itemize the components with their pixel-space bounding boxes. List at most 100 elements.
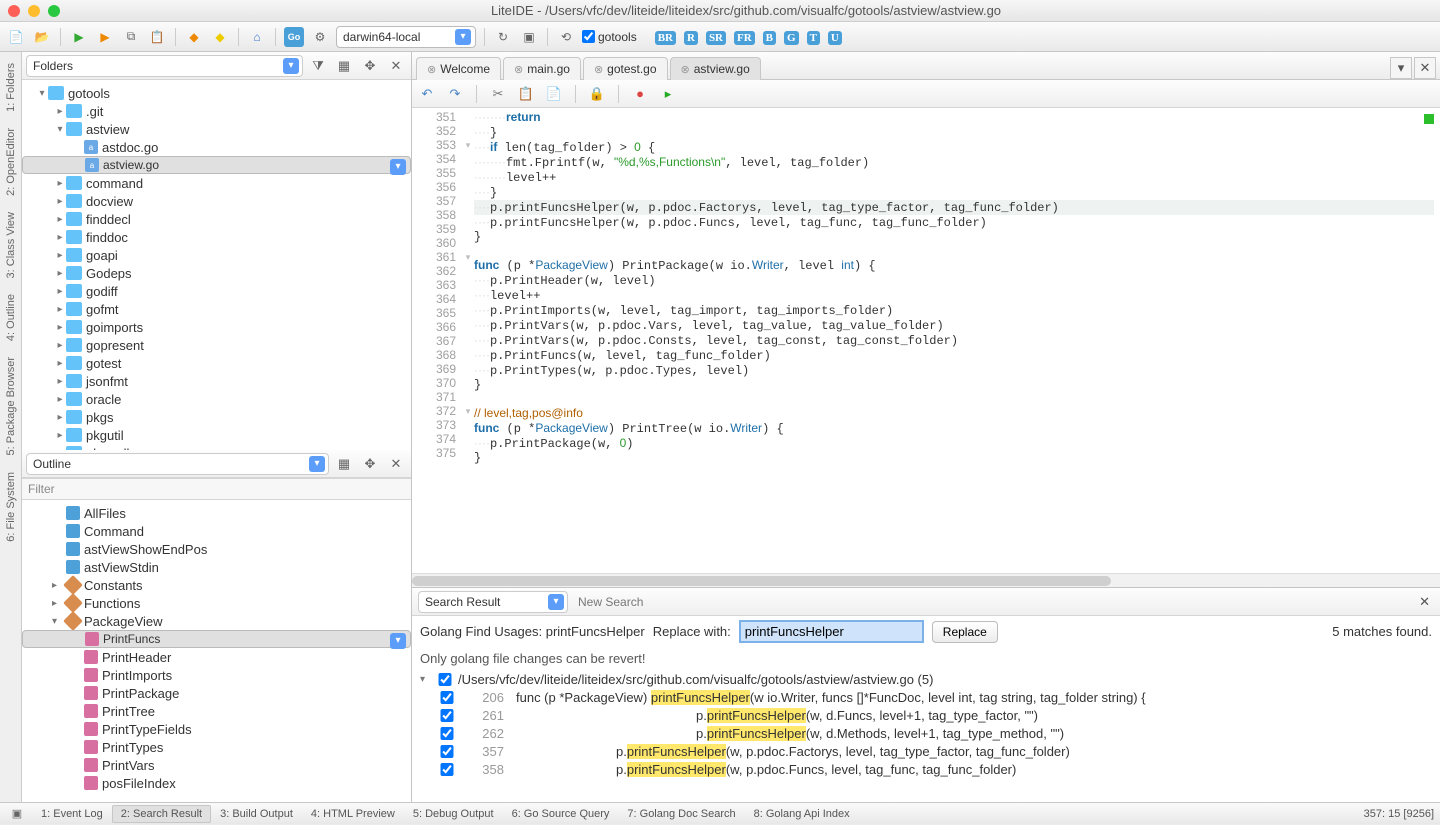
zoom-window[interactable] <box>48 5 60 17</box>
bottom-tab[interactable]: 6: Go Source Query <box>503 805 619 823</box>
outline-sync-icon[interactable]: ▦ <box>333 453 355 475</box>
side-tab[interactable]: 6: File System <box>2 465 20 549</box>
folder-tree-item[interactable]: ▸docview <box>22 192 411 210</box>
paste3-icon[interactable]: 📄 <box>545 85 563 103</box>
search-result-check[interactable] <box>440 709 454 722</box>
folder-tree-item[interactable]: ▸goapi <box>22 246 411 264</box>
editor-tab[interactable]: ⊗main.go <box>503 57 581 80</box>
new-file-icon[interactable]: 📄 <box>6 27 26 47</box>
side-tab[interactable]: 1: Folders <box>2 56 20 119</box>
editor-tab[interactable]: ⊗Welcome <box>416 57 501 80</box>
outline-filter[interactable]: Filter <box>22 478 411 500</box>
folder-tree-item[interactable]: ▸goimports <box>22 318 411 336</box>
undo-icon[interactable]: ↶ <box>418 85 436 103</box>
side-tab[interactable]: 2: OpenEditor <box>2 121 20 203</box>
search-result-row[interactable]: 206func (p *PackageView) printFuncsHelpe… <box>412 688 1440 706</box>
toolbar-badge-t[interactable]: T <box>807 31 820 45</box>
folder-tree-item[interactable]: ▸gofmt <box>22 300 411 318</box>
editor-tab[interactable]: ⊗gotest.go <box>583 57 668 80</box>
filter-icon[interactable]: ⧩ <box>307 55 329 77</box>
search-result-check[interactable] <box>440 727 454 740</box>
folders-selector[interactable]: Folders <box>26 55 303 77</box>
folder-tree-item[interactable]: aastdoc.go <box>22 138 411 156</box>
folder-tree-item[interactable]: ▸gotest <box>22 354 411 372</box>
folder-tree-item[interactable]: ▸pkgutil <box>22 426 411 444</box>
folder-tree-item[interactable]: ▸Godeps <box>22 264 411 282</box>
tab-close-icon[interactable]: ⊗ <box>594 63 603 76</box>
home-icon[interactable]: ⌂ <box>247 27 267 47</box>
bottom-tab[interactable]: 8: Golang Api Index <box>745 805 859 823</box>
search-file-check[interactable] <box>438 673 452 686</box>
refresh-icon[interactable]: ↻ <box>493 27 513 47</box>
outline-item[interactable]: PrintTypes <box>22 738 411 756</box>
term-icon[interactable]: ▣ <box>519 27 539 47</box>
code-editor[interactable]: 3513523533543553563573583593603613623633… <box>412 108 1440 587</box>
toolbar-badge-u[interactable]: U <box>828 31 842 45</box>
link-icon[interactable]: ⟲ <box>556 27 576 47</box>
folder-tree-item[interactable]: ▾astview <box>22 120 411 138</box>
folder-tree-item[interactable]: ▸finddoc <box>22 228 411 246</box>
search-result-check[interactable] <box>440 763 454 776</box>
bottom-tab[interactable]: 5: Debug Output <box>404 805 503 823</box>
copy-icon[interactable]: ⧉ <box>121 27 141 47</box>
folder-tree-item[interactable]: ▸oracle <box>22 390 411 408</box>
gotools-check[interactable]: gotools <box>582 30 637 44</box>
folder-tree-item[interactable]: ▸command <box>22 174 411 192</box>
bottom-toggle-icon[interactable]: ▣ <box>6 803 28 825</box>
folder-tree-item[interactable]: ▸pkgs <box>22 408 411 426</box>
outline-item[interactable]: PrintHeader <box>22 648 411 666</box>
folder-tree-item[interactable]: ▸godiff <box>22 282 411 300</box>
nav-icon[interactable]: ◆ <box>184 27 204 47</box>
outline-close-icon[interactable]: ✕ <box>385 453 407 475</box>
sync-icon[interactable]: ▦ <box>333 55 355 77</box>
outline-item[interactable]: PrintTypeFields <box>22 720 411 738</box>
search-close-icon[interactable]: ✕ <box>1415 592 1434 612</box>
toolbar-badge-r[interactable]: R <box>684 31 698 45</box>
editor-scrollbar[interactable] <box>412 573 1440 587</box>
search-results-tree[interactable]: ▾/Users/vfc/dev/liteide/liteidex/src/git… <box>412 670 1440 802</box>
outline-item[interactable]: PrintPackage <box>22 684 411 702</box>
target-selector[interactable]: darwin64-local <box>336 26 476 48</box>
search-result-row[interactable]: 358p.printFuncsHelper(w, p.pdoc.Funcs, l… <box>412 760 1440 778</box>
collapse-icon[interactable]: ✥ <box>359 55 381 77</box>
replace-input[interactable] <box>739 620 924 643</box>
toolbar-badge-br[interactable]: BR <box>655 31 676 45</box>
folder-tree-item[interactable]: ▸finddecl <box>22 210 411 228</box>
editor-tab[interactable]: ⊗astview.go <box>670 57 761 80</box>
lock-icon[interactable]: 🔒 <box>588 85 606 103</box>
bottom-tab[interactable]: 1: Event Log <box>32 805 112 823</box>
toolbar-badge-b[interactable]: B <box>763 31 776 45</box>
run-icon[interactable]: ▶ <box>69 27 89 47</box>
toolbar-badge-sr[interactable]: SR <box>706 31 726 45</box>
outline-item[interactable]: PrintTree <box>22 702 411 720</box>
outline-item[interactable]: Command <box>22 522 411 540</box>
close-panel-icon[interactable]: ✕ <box>385 55 407 77</box>
outline-item[interactable]: ▸Constants <box>22 576 411 594</box>
toolbar-badge-fr[interactable]: FR <box>734 31 755 45</box>
side-tab[interactable]: 5: Package Browser <box>2 350 20 462</box>
outline-item[interactable]: astViewShowEndPos <box>22 540 411 558</box>
folder-tree-item[interactable]: ▾gotools <box>22 84 411 102</box>
settings-icon[interactable]: ⚙ <box>310 27 330 47</box>
debug-icon[interactable]: ▶ <box>95 27 115 47</box>
nav2-icon[interactable]: ◆ <box>210 27 230 47</box>
folder-tree-item[interactable]: ▸.git <box>22 102 411 120</box>
toolbar-badge-g[interactable]: G <box>784 31 799 45</box>
replace-button[interactable]: Replace <box>932 621 998 643</box>
outline-selector[interactable]: Outline <box>26 453 329 475</box>
cut-icon[interactable]: ✂ <box>489 85 507 103</box>
go-icon[interactable]: Go <box>284 27 304 47</box>
folder-tree-item[interactable]: ▸jsonfmt <box>22 372 411 390</box>
tab-close-icon[interactable]: ⊗ <box>681 63 690 76</box>
new-search-link[interactable]: New Search <box>578 595 643 609</box>
minimize-window[interactable] <box>28 5 40 17</box>
side-tab[interactable]: 4: Outline <box>2 287 20 348</box>
runfile-icon[interactable]: ▸ <box>659 85 677 103</box>
outline-tree[interactable]: AllFilesCommandastViewShowEndPosastViewS… <box>22 500 411 802</box>
outline-item[interactable]: PrintFuncs <box>22 630 411 648</box>
search-result-row[interactable]: 357p.printFuncsHelper(w, p.pdoc.Factorys… <box>412 742 1440 760</box>
search-result-row[interactable]: 262p.printFuncsHelper(w, d.Methods, leve… <box>412 724 1440 742</box>
search-result-row[interactable]: 261p.printFuncsHelper(w, d.Funcs, level+… <box>412 706 1440 724</box>
search-result-check[interactable] <box>440 691 454 704</box>
paste-icon[interactable]: 📋 <box>147 27 167 47</box>
